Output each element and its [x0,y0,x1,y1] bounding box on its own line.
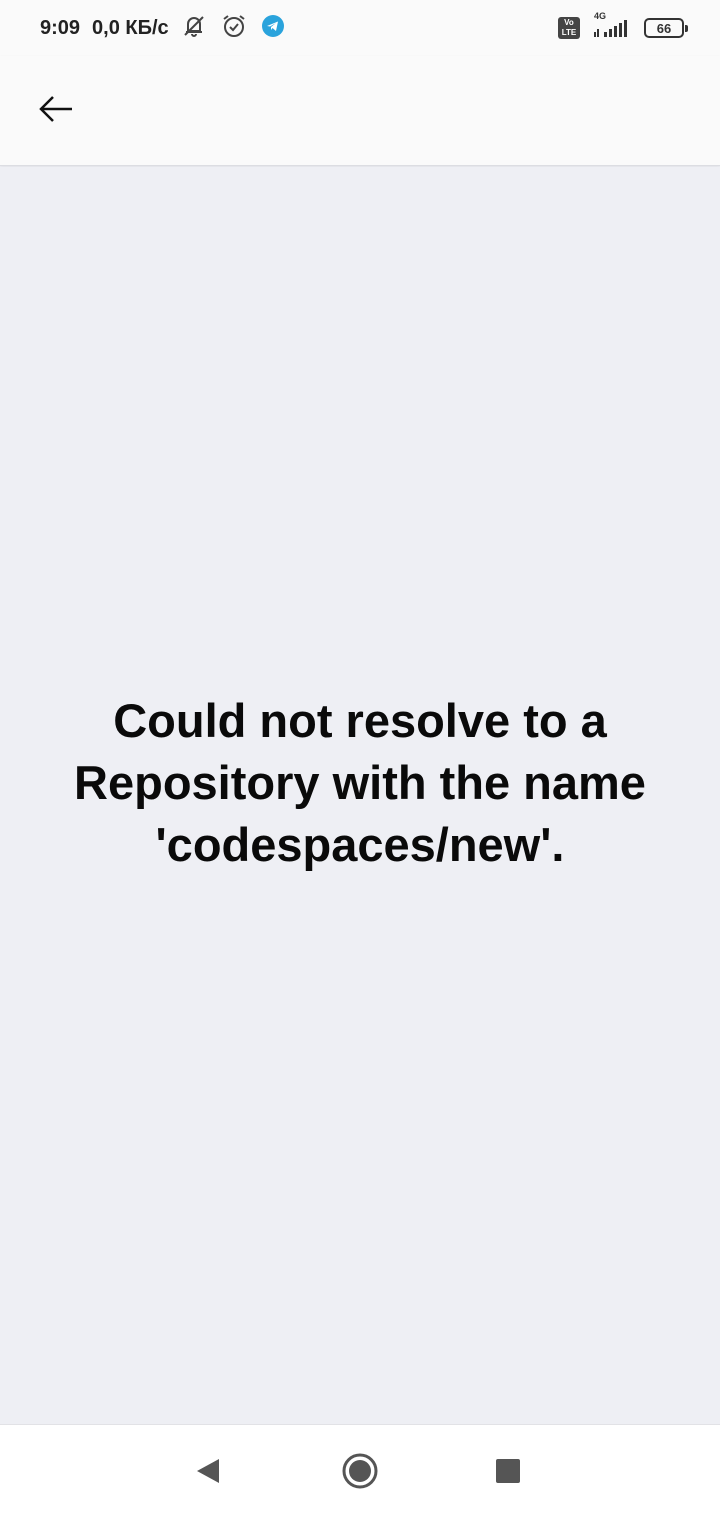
signal-icon: 4G [592,11,632,41]
network-type: 4G [594,11,607,21]
error-message: Could not resolve to a Repository with t… [74,694,646,871]
notification-icons [181,13,285,44]
arrow-left-icon [36,94,76,129]
system-nav-bar [0,1424,720,1520]
back-button[interactable] [26,84,86,138]
status-bar: 9:09 0,0 КБ/с Vo LTE 4G 66 [0,0,720,56]
alarm-icon [221,13,247,44]
nav-back-button[interactable] [188,1453,228,1493]
app-bar [0,56,720,166]
battery-icon: 66 [644,18,688,38]
nav-recents-button[interactable] [488,1453,528,1493]
muted-bell-icon [181,13,207,44]
volte-icon: Vo LTE [558,17,580,39]
volte-label: Vo [564,18,574,27]
battery-level: 66 [656,20,672,36]
nav-back-icon [193,1456,223,1491]
status-right: Vo LTE 4G 66 [558,11,688,41]
nav-home-button[interactable] [340,1453,380,1493]
nav-home-icon [340,1451,380,1496]
telegram-icon [261,14,285,43]
network-speed: 0,0 КБ/с [92,16,169,39]
nav-recents-icon [494,1457,522,1490]
main-content: Could not resolve to a Repository with t… [0,167,720,1424]
status-time: 9:09 [40,16,81,39]
lte-label: LTE [561,28,577,37]
status-left: 9:09 0,0 КБ/с [40,13,285,44]
